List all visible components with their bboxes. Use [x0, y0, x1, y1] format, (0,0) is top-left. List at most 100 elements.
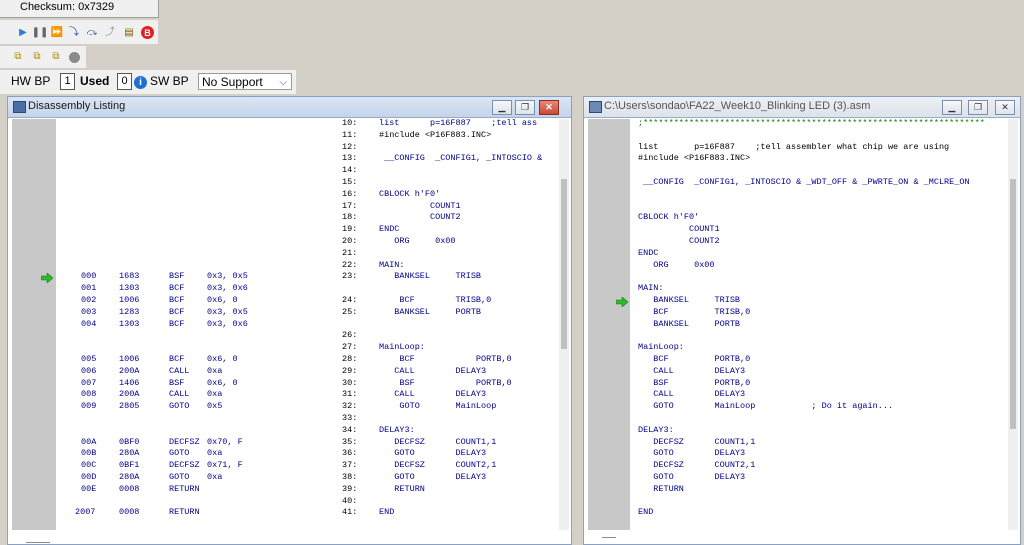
minimize-button[interactable]: ▁ — [942, 100, 962, 115]
source-line: COUNT2 — [638, 236, 720, 246]
disasm-operands: 0x5 — [207, 401, 223, 412]
disasm-opcode: 2805 — [119, 401, 140, 412]
source-line: MainLoop: — [638, 342, 684, 353]
disasm-scroll-thumb[interactable] — [561, 179, 567, 349]
disasm-scrollbar[interactable] — [559, 119, 569, 530]
source-line: BCF TRISB,0 — [638, 306, 751, 317]
source-line: COUNT1 — [638, 224, 720, 235]
source-line: GOTO DELAY3 — [638, 472, 746, 482]
disasm-operands: 0x71, F — [207, 460, 243, 471]
disasm-hscroll[interactable] — [26, 542, 50, 543]
source-line: BSF PORTB,0 — [638, 377, 751, 388]
disasm-line-number: 39: — [342, 483, 358, 494]
current-line-arrow-icon — [41, 273, 53, 283]
maximize-button[interactable]: ❐ — [968, 100, 988, 115]
breakpoint-list-icon[interactable]: ⧉ — [50, 51, 62, 63]
disasm-opcode: 1303 — [119, 283, 140, 294]
disassembly-titlebar[interactable]: Disassembly Listing ▁ ❐ ✕ — [8, 97, 571, 118]
disasm-opcode: 280A — [119, 448, 140, 459]
used-label: Used — [80, 74, 110, 88]
source-scroll-thumb[interactable] — [1010, 179, 1016, 429]
disasm-opcode: 1683 — [119, 271, 140, 282]
disasm-line-number: 14: — [342, 165, 358, 176]
source-line: GOTO DELAY3 — [638, 448, 746, 459]
disasm-address: 003 — [81, 306, 97, 317]
disasm-instruction: BCF — [169, 283, 185, 294]
disasm-line-number: 34: — [342, 424, 358, 435]
disasm-instruction: BSF — [169, 271, 185, 282]
debug-toolbar: ▶ ❚❚ ⏩ ⤵ ⤼ ⤴ ▤ B — [0, 20, 158, 44]
disasm-operands: 0x6, 0 — [207, 295, 238, 305]
disasm-source-text: CBLOCK h'F0' — [379, 188, 441, 199]
disasm-line-number: 15: — [342, 177, 358, 187]
source-line: CBLOCK h'F0' — [638, 212, 700, 223]
disasm-line-number: 12: — [342, 141, 358, 152]
disasm-line-number: 17: — [342, 200, 358, 211]
animate-icon[interactable]: ⏩ — [51, 27, 63, 39]
disasm-line-number: 36: — [342, 448, 358, 459]
step-out-icon[interactable]: ⤴ — [104, 27, 116, 39]
disasm-line-number: 35: — [342, 436, 358, 447]
close-button[interactable]: ✕ — [995, 100, 1015, 115]
disasm-instruction: RETURN — [169, 507, 200, 518]
run-icon[interactable]: ▶ — [17, 27, 29, 39]
hw-bp-label: HW BP — [11, 74, 51, 88]
disasm-source-text: BANKSEL PORTB — [379, 306, 482, 317]
breakpoint-icon[interactable] — [69, 52, 80, 63]
disasm-operands: 0x6, 0 — [207, 377, 238, 388]
step-into-icon[interactable]: ⤵ — [68, 27, 80, 39]
disasm-operands: 0xa — [207, 365, 223, 376]
source-line: list p=16F887 ;tell assembler what chip … — [638, 141, 950, 152]
breakpoint-toolbar: ⧉ ⧉ ⧉ — [0, 46, 86, 68]
source-line: BANKSEL TRISB — [638, 295, 741, 305]
source-line: CALL DELAY3 — [638, 389, 746, 400]
disasm-gutter[interactable] — [12, 119, 56, 530]
disasm-instruction: DECFSZ — [169, 460, 200, 471]
disasm-opcode: 1006 — [119, 354, 140, 364]
chevron-down-icon: ⌵ — [279, 77, 287, 88]
step-over-icon[interactable]: ⤼ — [86, 27, 98, 39]
disasm-instruction: GOTO — [169, 401, 190, 412]
disasm-source-text: GOTO DELAY3 — [379, 448, 487, 459]
breakpoint-set-icon[interactable]: ⧉ — [12, 51, 24, 63]
disasm-line-number: 27: — [342, 342, 358, 353]
disasm-source-text: COUNT2 — [379, 212, 461, 223]
disasm-address: 008 — [81, 389, 97, 400]
close-button[interactable]: ✕ — [539, 100, 559, 115]
disasm-line-number: 25: — [342, 306, 358, 317]
info-icon[interactable]: i — [134, 76, 147, 89]
disasm-line-number: 21: — [342, 247, 358, 258]
disasm-source-text: ENDC — [379, 224, 400, 235]
source-gutter[interactable] — [588, 119, 630, 530]
disasm-address: 005 — [81, 354, 97, 364]
source-line: CALL DELAY3 — [638, 365, 746, 376]
reset-icon[interactable]: ▤ — [123, 27, 135, 39]
disasm-operands: 0x3, 0x6 — [207, 283, 248, 294]
bp-status-toolbar: HW BP 1 Used 0 i SW BP No Support ⌵ — [0, 70, 296, 94]
disasm-address: 00B — [81, 448, 97, 459]
disasm-address: 006 — [81, 365, 97, 376]
breakpoint-clear-icon[interactable]: ⧉ — [31, 51, 43, 63]
source-window: C:\Users\sondao\FA22_Week10_Blinking LED… — [583, 96, 1021, 545]
disasm-opcode: 0BF0 — [119, 436, 140, 447]
disasm-instruction: BCF — [169, 306, 185, 317]
disasm-line-number: 10: — [342, 118, 358, 128]
disasm-instruction: BCF — [169, 295, 185, 305]
disasm-line-number: 22: — [342, 259, 358, 270]
source-titlebar[interactable]: C:\Users\sondao\FA22_Week10_Blinking LED… — [584, 97, 1020, 118]
pause-icon[interactable]: ❚❚ — [32, 27, 49, 39]
disasm-opcode: 0008 — [119, 507, 140, 518]
minimize-button[interactable]: ▁ — [492, 100, 512, 115]
disasm-instruction: BSF — [169, 377, 185, 388]
maximize-button[interactable]: ❐ — [515, 100, 535, 115]
disasm-line-number: 23: — [342, 271, 358, 282]
disasm-source-text: BCF PORTB,0 — [379, 354, 512, 364]
source-hscroll[interactable] — [602, 537, 616, 538]
disasm-address: 007 — [81, 377, 97, 388]
disasm-line-number: 40: — [342, 495, 358, 506]
source-scrollbar[interactable] — [1008, 119, 1018, 530]
disasm-line-number: 19: — [342, 224, 358, 235]
disasm-line-number: 13: — [342, 153, 358, 164]
sw-bp-select[interactable]: No Support ⌵ — [198, 73, 292, 90]
stop-icon[interactable]: B — [141, 26, 154, 39]
